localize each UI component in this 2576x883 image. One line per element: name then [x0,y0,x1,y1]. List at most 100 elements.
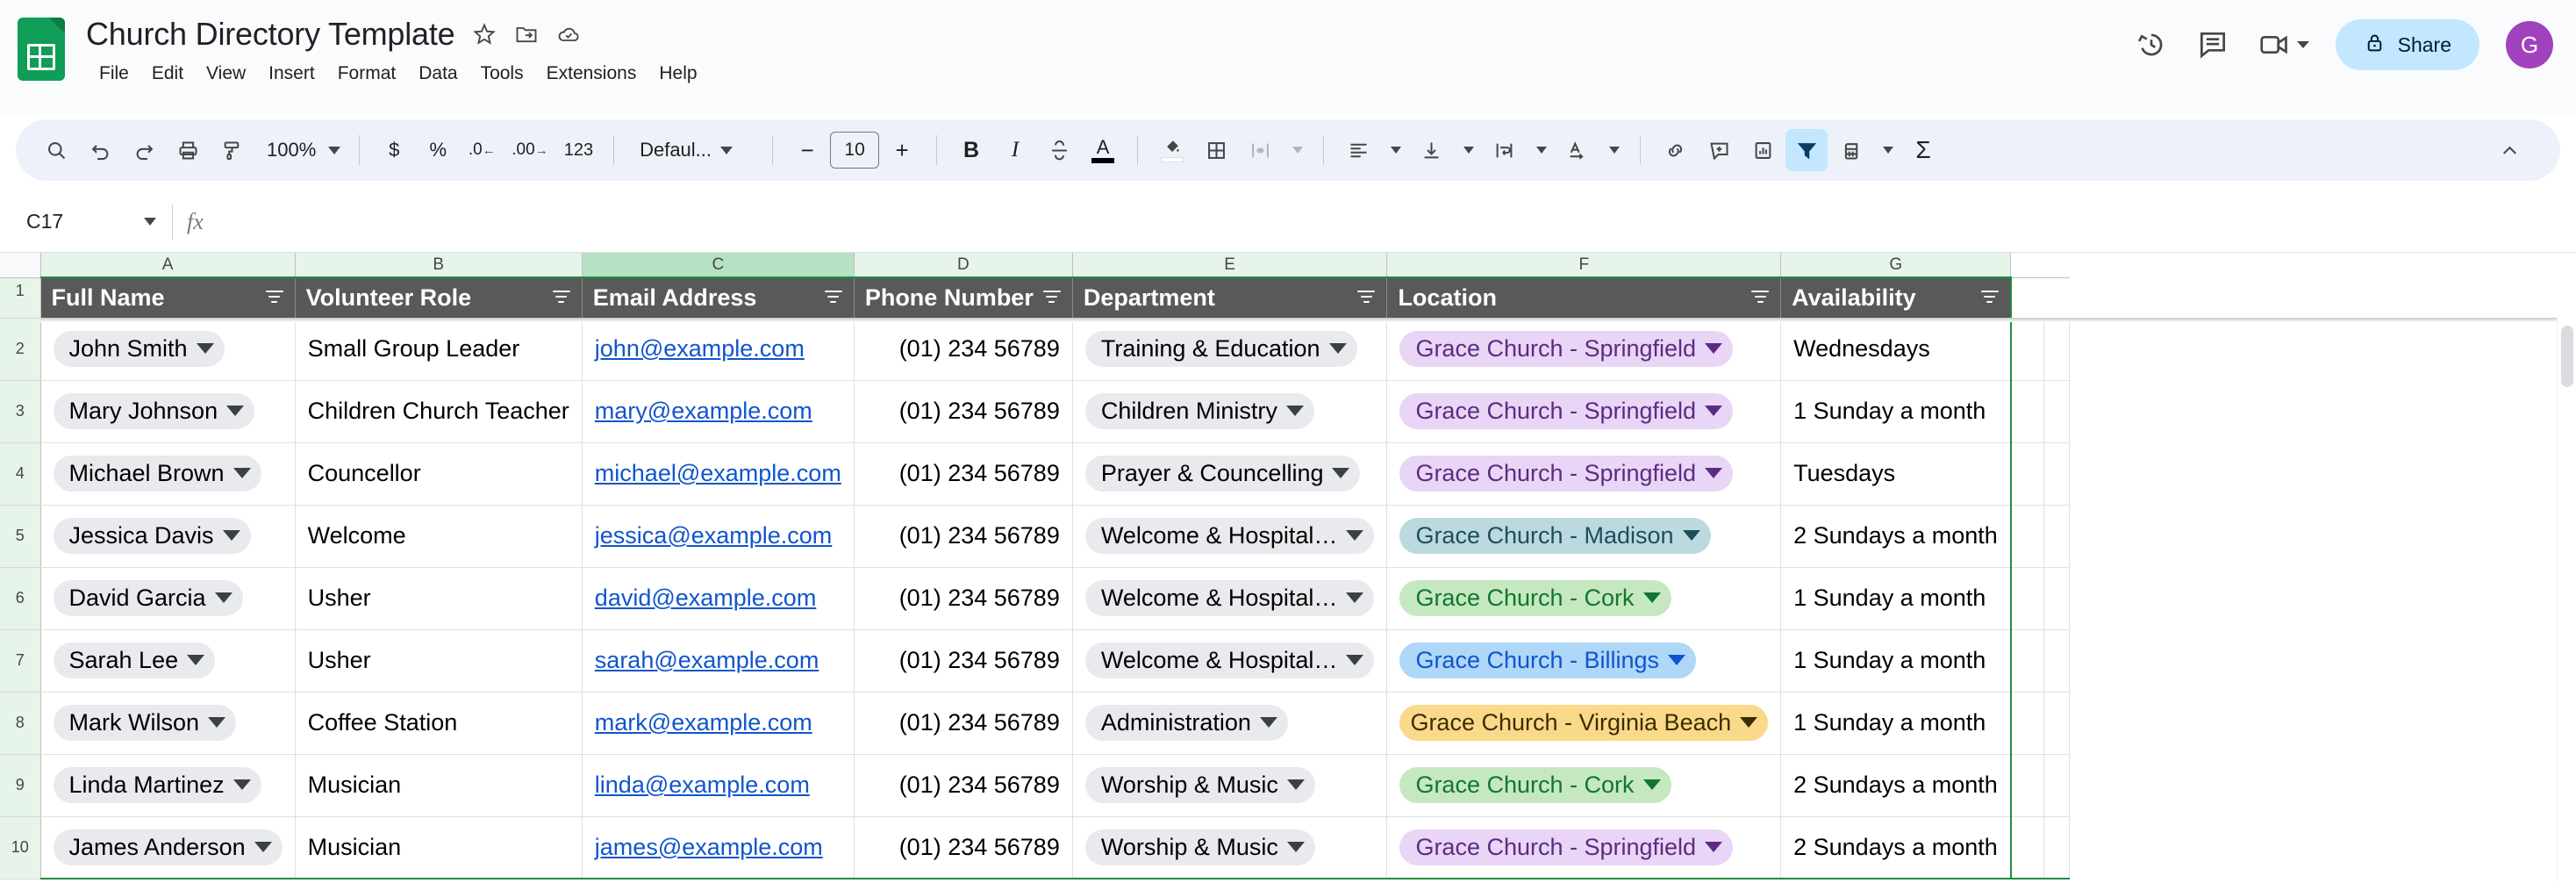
column-header-d[interactable]: D [854,253,1072,277]
header-cell-full-name[interactable]: Full Name [40,277,295,318]
cell-empty[interactable] [2011,692,2044,754]
cell-department[interactable]: Worship & Music [1072,816,1387,879]
undo-icon[interactable] [79,129,121,171]
insert-chart-icon[interactable] [1742,129,1784,171]
cell-department[interactable]: Training & Education [1072,318,1387,380]
cell-empty-2[interactable] [2044,754,2070,816]
horizontal-align-icon[interactable] [1337,129,1379,171]
department-chip[interactable]: Administration [1085,705,1288,741]
header-cell-email-address[interactable]: Email Address [582,277,854,318]
cell-email[interactable]: jessica@example.com [582,505,854,567]
cell-email[interactable]: john@example.com [582,318,854,380]
cell-phone[interactable]: (01) 234 56789 [854,816,1072,879]
print-icon[interactable] [167,129,209,171]
cell-empty-2[interactable] [2044,816,2070,879]
cell-availability[interactable]: 1 Sunday a month [1781,567,2011,629]
cell-empty-2[interactable] [2044,505,2070,567]
collapse-toolbar-icon[interactable] [2488,129,2530,171]
cell-volunteer-role[interactable]: Councellor [295,442,582,505]
cell-location[interactable]: Grace Church - Cork [1387,567,1781,629]
functions-chevron-down-icon[interactable] [1873,129,1900,171]
department-chip[interactable]: Welcome & Hospital… [1085,643,1375,678]
insert-link-icon[interactable] [1654,129,1696,171]
cell-availability[interactable]: 2 Sundays a month [1781,754,2011,816]
cell-location[interactable]: Grace Church - Virginia Beach [1387,692,1781,754]
menu-extensions[interactable]: Extensions [535,60,648,88]
full-name-chip[interactable]: Michael Brown [54,456,261,492]
merge-options-chevron-down-icon[interactable] [1283,129,1310,171]
row-header-8[interactable]: 8 [0,692,40,754]
cell-volunteer-role[interactable]: Usher [295,567,582,629]
filter-icon[interactable] [265,291,284,306]
email-link[interactable]: mark@example.com [595,709,812,736]
search-icon[interactable] [35,129,77,171]
bold-button[interactable]: B [950,129,992,171]
cell-empty[interactable] [2011,505,2044,567]
cell-department[interactable]: Welcome & Hospital… [1072,505,1387,567]
cell-empty-2[interactable] [2044,629,2070,692]
text-wrapping-icon[interactable] [1483,129,1525,171]
cell-department[interactable]: Worship & Music [1072,754,1387,816]
full-name-chip[interactable]: James Anderson [54,829,283,865]
borders-icon[interactable] [1195,129,1237,171]
cell-phone[interactable]: (01) 234 56789 [854,692,1072,754]
location-chip[interactable]: Grace Church - Cork [1399,767,1671,803]
cell-availability[interactable]: 2 Sundays a month [1781,816,2011,879]
cell-department[interactable]: Welcome & Hospital… [1072,567,1387,629]
row-header-6[interactable]: 6 [0,567,40,629]
full-name-chip[interactable]: Mary Johnson [54,393,255,429]
cell-empty[interactable] [2011,318,2044,380]
increase-font-size-button[interactable]: + [881,129,923,171]
cell-empty[interactable] [2011,380,2044,442]
column-header-e[interactable]: E [1072,253,1387,277]
email-link[interactable]: john@example.com [595,335,805,362]
cell-location[interactable]: Grace Church - Madison [1387,505,1781,567]
sheets-logo-icon[interactable] [18,18,67,83]
cell-volunteer-role[interactable]: Children Church Teacher [295,380,582,442]
email-link[interactable]: michael@example.com [595,460,841,486]
avatar[interactable]: G [2506,21,2553,68]
meet-button[interactable] [2257,27,2309,62]
row-header-4[interactable]: 4 [0,442,40,505]
cell-phone[interactable]: (01) 234 56789 [854,442,1072,505]
department-chip[interactable]: Worship & Music [1085,767,1315,803]
location-chip[interactable]: Grace Church - Springfield [1399,393,1733,429]
column-header-c[interactable]: C [582,253,854,277]
email-link[interactable]: mary@example.com [595,398,812,424]
cell-email[interactable]: sarah@example.com [582,629,854,692]
menu-help[interactable]: Help [648,60,708,88]
increase-decimal-button[interactable]: .00→ [504,129,555,171]
row-header-7[interactable]: 7 [0,629,40,692]
department-chip[interactable]: Worship & Music [1085,829,1315,865]
cloud-saved-icon[interactable] [555,21,582,47]
text-color-button[interactable]: A [1082,129,1124,171]
location-chip[interactable]: Grace Church - Springfield [1399,829,1733,865]
currency-format-button[interactable]: $ [373,129,415,171]
select-all-corner[interactable] [0,253,40,277]
full-name-chip[interactable]: Linda Martinez [54,767,261,803]
cell-email[interactable]: michael@example.com [582,442,854,505]
cell-full-name[interactable]: Mark Wilson [40,692,295,754]
menu-edit[interactable]: Edit [140,60,195,88]
cell-location[interactable]: Grace Church - Springfield [1387,816,1781,879]
insert-comment-icon[interactable] [1698,129,1740,171]
cell-empty[interactable] [2011,567,2044,629]
filter-icon[interactable] [1356,291,1376,306]
location-chip[interactable]: Grace Church - Springfield [1399,331,1733,367]
menu-file[interactable]: File [88,60,140,88]
column-header-b[interactable]: B [295,253,582,277]
vertical-align-icon[interactable] [1410,129,1452,171]
vertical-align-chevron-down-icon[interactable] [1454,129,1481,171]
header-cell-availability[interactable]: Availability [1781,277,2011,318]
more-formats-button[interactable]: 123 [557,129,600,171]
location-chip[interactable]: Grace Church - Springfield [1399,456,1733,492]
version-history-icon[interactable] [2134,27,2169,62]
cell-full-name[interactable]: Michael Brown [40,442,295,505]
cell-full-name[interactable]: John Smith [40,318,295,380]
filter-icon[interactable] [1042,291,1062,306]
vertical-scrollbar-thumb[interactable] [2561,326,2573,387]
cell-volunteer-role[interactable]: Musician [295,816,582,879]
filter-icon[interactable] [824,291,843,306]
department-chip[interactable]: Welcome & Hospital… [1085,518,1375,554]
cell-volunteer-role[interactable]: Musician [295,754,582,816]
